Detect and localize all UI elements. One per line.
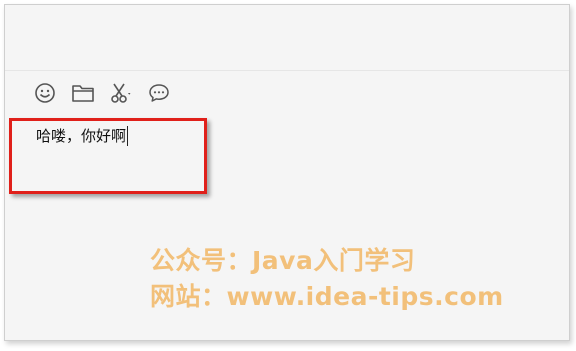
message-input-text: 哈喽，你好啊 (36, 127, 127, 145)
chevron-down-icon (128, 93, 131, 95)
chat-history-button[interactable] (146, 80, 172, 106)
screenshot-button[interactable] (108, 80, 134, 106)
scissors-icon (108, 82, 134, 104)
text-caret (127, 126, 129, 146)
smiley-icon (34, 82, 56, 104)
folder-icon (71, 82, 95, 104)
emoji-button[interactable] (32, 80, 58, 106)
watermark-wechat-account: 公众号：Java入门学习 (150, 246, 416, 275)
chat-bubble-icon (147, 82, 171, 104)
message-history-area[interactable] (5, 5, 569, 71)
message-input[interactable]: 哈喽，你好啊 (36, 126, 129, 146)
watermark-website: 网站：www.idea-tips.com (150, 282, 504, 311)
input-toolbar (32, 80, 184, 106)
send-file-button[interactable] (70, 80, 96, 106)
